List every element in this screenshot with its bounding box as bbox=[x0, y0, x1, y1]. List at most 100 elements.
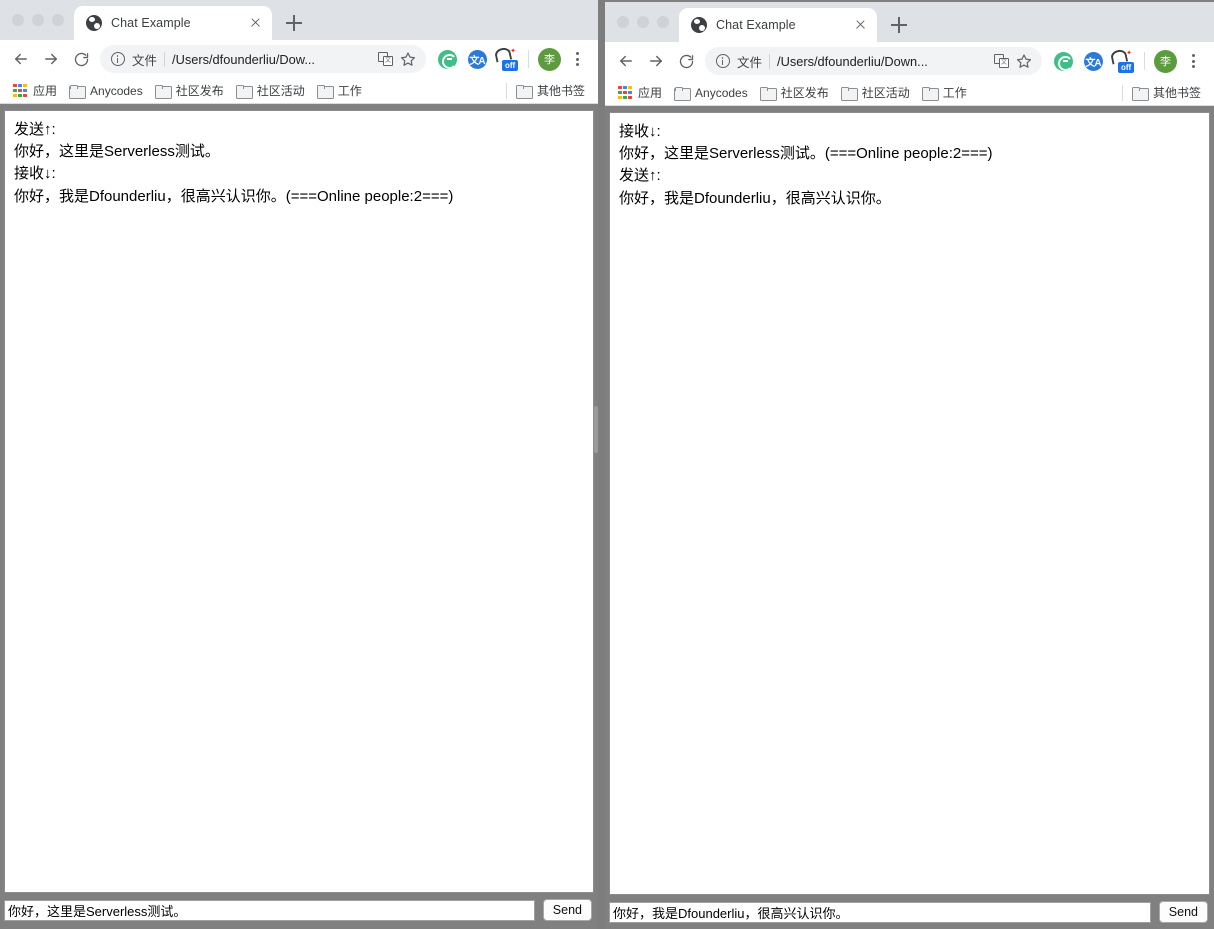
tab-strip-left: Chat Example bbox=[0, 0, 598, 40]
bookmark-anycodes[interactable]: Anycodes bbox=[64, 82, 150, 100]
close-window-button[interactable] bbox=[12, 14, 24, 26]
divider bbox=[1121, 84, 1123, 101]
scheme-label: 文件 bbox=[132, 53, 158, 68]
bookmark-label: Anycodes bbox=[695, 85, 748, 100]
folder-icon bbox=[674, 86, 692, 101]
reload-icon[interactable] bbox=[671, 46, 701, 76]
window-controls-left bbox=[0, 0, 74, 40]
tab-strip-right: Chat Example bbox=[605, 2, 1214, 42]
adblock-off-ext-icon[interactable]: ✦ off bbox=[1109, 48, 1136, 74]
send-button[interactable]: Send bbox=[542, 899, 592, 921]
chat-line: 发送↑: bbox=[14, 121, 56, 138]
scheme-label: 文件 bbox=[737, 55, 763, 70]
close-window-button[interactable] bbox=[617, 16, 629, 28]
minimize-window-button[interactable] bbox=[637, 16, 649, 28]
star-icon[interactable] bbox=[1016, 53, 1032, 69]
forward-arrow-icon[interactable] bbox=[36, 44, 66, 74]
apps-grid-icon bbox=[618, 85, 632, 100]
folder-icon bbox=[1131, 86, 1149, 101]
send-button[interactable]: Send bbox=[1158, 901, 1208, 923]
kebab-menu-icon[interactable] bbox=[564, 46, 590, 72]
bookmark-community-release[interactable]: 社区发布 bbox=[755, 82, 836, 103]
bookmark-label: 应用 bbox=[638, 86, 663, 100]
chat-line: 接收↓: bbox=[619, 123, 661, 140]
kebab-menu-icon[interactable] bbox=[1180, 48, 1206, 74]
folder-icon bbox=[840, 86, 858, 101]
folder-icon bbox=[235, 84, 253, 99]
browser-window-right: Chat Example 文件 /Users/dfounderliu/Down.… bbox=[605, 2, 1214, 929]
star-icon[interactable] bbox=[400, 51, 416, 67]
new-tab-button[interactable] bbox=[885, 11, 913, 39]
browser-toolbar-left: 文件 /Users/dfounderliu/Dow... 文 文A ✦ off 李 bbox=[0, 40, 598, 78]
toolbar-divider bbox=[1144, 52, 1145, 70]
back-arrow-icon[interactable] bbox=[611, 46, 641, 76]
chat-line: 你好，我是Dfounderliu，很高兴认识你。(===Online peopl… bbox=[14, 187, 454, 205]
folder-icon bbox=[759, 86, 777, 101]
bookmark-community-events[interactable]: 社区活动 bbox=[231, 80, 312, 101]
chat-line: 发送↑: bbox=[619, 167, 661, 185]
maximize-window-button[interactable] bbox=[52, 14, 64, 26]
url-text: /Users/dfounderliu/Down... bbox=[777, 53, 928, 69]
scrollbar-thumb[interactable] bbox=[594, 406, 598, 453]
grammarly-ext-icon[interactable] bbox=[1050, 48, 1076, 74]
tab-chat-example[interactable]: Chat Example bbox=[74, 6, 272, 40]
globe-icon bbox=[691, 17, 707, 33]
back-arrow-icon[interactable] bbox=[6, 44, 36, 74]
translate-page-icon[interactable]: 文 bbox=[994, 54, 1009, 68]
chat-line: 你好，我是Dfounderliu，很高兴认识你。 bbox=[619, 189, 891, 207]
bookmark-community-release[interactable]: 社区发布 bbox=[150, 80, 231, 101]
bookmark-work[interactable]: 工作 bbox=[917, 82, 974, 103]
message-composer-right: Send bbox=[609, 895, 1210, 929]
browser-window-left: Chat Example 文件 /Users/dfounderliu/Dow..… bbox=[0, 0, 598, 929]
info-circle-icon[interactable] bbox=[716, 54, 730, 68]
minimize-window-button[interactable] bbox=[32, 14, 44, 26]
translate-ext-icon[interactable]: 文A bbox=[1080, 48, 1106, 74]
bookmark-label: 其他书签 bbox=[536, 84, 585, 98]
divider bbox=[164, 51, 166, 67]
address-bar[interactable]: 文件 /Users/dfounderliu/Down... 文 bbox=[705, 47, 1042, 75]
adblock-off-ext-icon[interactable]: ✦ off bbox=[493, 46, 520, 72]
bookmark-work[interactable]: 工作 bbox=[312, 80, 369, 101]
page-viewport-right: 接收↓: 你好，这里是Serverless测试。(===Online peopl… bbox=[605, 106, 1214, 929]
bookmark-label: 社区活动 bbox=[256, 84, 305, 98]
tab-title: Chat Example bbox=[111, 16, 191, 30]
page-viewport-left: 发送↑: 你好，这里是Serverless测试。 接收↓: 你好，我是Dfoun… bbox=[0, 104, 598, 929]
forward-arrow-icon[interactable] bbox=[641, 46, 671, 76]
message-composer-left: Send bbox=[4, 893, 594, 929]
bookmark-label: 社区发布 bbox=[175, 84, 224, 98]
window-gap bbox=[598, 0, 605, 929]
translate-ext-icon[interactable]: 文A bbox=[464, 46, 490, 72]
url-text: /Users/dfounderliu/Dow... bbox=[172, 51, 315, 67]
bookmark-other-bookmarks[interactable]: 其他书签 bbox=[511, 80, 592, 101]
close-icon[interactable] bbox=[851, 16, 869, 34]
divider bbox=[769, 53, 771, 69]
info-circle-icon[interactable] bbox=[111, 52, 125, 66]
translate-page-icon[interactable]: 文 bbox=[378, 52, 393, 66]
address-bar[interactable]: 文件 /Users/dfounderliu/Dow... 文 bbox=[100, 45, 426, 73]
desktop: Chat Example 文件 /Users/dfounderliu/Dow..… bbox=[0, 0, 1214, 929]
bookmark-community-events[interactable]: 社区活动 bbox=[836, 82, 917, 103]
tab-chat-example[interactable]: Chat Example bbox=[679, 8, 877, 42]
avatar[interactable]: 李 bbox=[538, 47, 561, 71]
close-icon[interactable] bbox=[246, 14, 264, 32]
bookmark-label: 工作 bbox=[942, 86, 967, 100]
maximize-window-button[interactable] bbox=[657, 16, 669, 28]
bookmark-anycodes[interactable]: Anycodes bbox=[669, 84, 755, 102]
new-tab-button[interactable] bbox=[280, 9, 308, 37]
avatar[interactable]: 李 bbox=[1154, 49, 1177, 73]
message-input[interactable] bbox=[4, 899, 535, 921]
chat-line: 接收↓: bbox=[14, 165, 56, 183]
page-scrollbar-left[interactable] bbox=[594, 110, 598, 889]
reload-icon[interactable] bbox=[66, 44, 96, 74]
chat-log-right: 接收↓: 你好，这里是Serverless测试。(===Online peopl… bbox=[609, 112, 1210, 895]
bookmarks-bar-right: 应用 Anycodes 社区发布 社区活动 工作 其他书签 bbox=[605, 80, 1214, 106]
bookmark-apps[interactable]: 应用 bbox=[613, 82, 669, 103]
tab-title: Chat Example bbox=[716, 18, 796, 32]
message-input[interactable] bbox=[609, 901, 1151, 923]
folder-icon bbox=[316, 84, 334, 99]
bookmark-other-bookmarks[interactable]: 其他书签 bbox=[1127, 82, 1208, 103]
folder-icon bbox=[69, 84, 87, 99]
bookmark-apps[interactable]: 应用 bbox=[8, 80, 64, 101]
grammarly-ext-icon[interactable] bbox=[434, 46, 460, 72]
divider bbox=[505, 82, 507, 99]
